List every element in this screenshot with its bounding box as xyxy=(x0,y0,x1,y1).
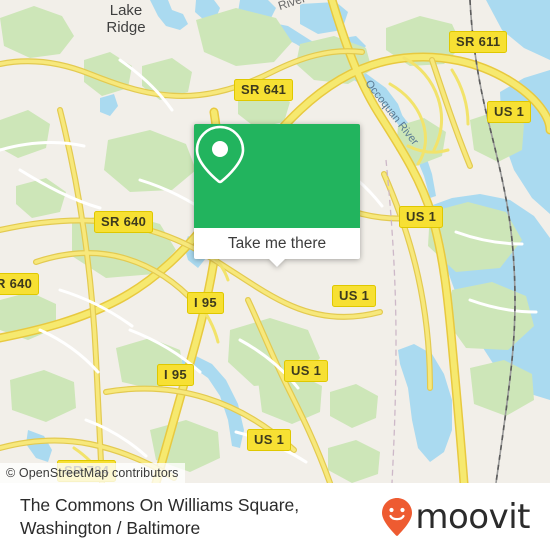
road-shield: I 95 xyxy=(187,292,224,314)
road-shield: US 1 xyxy=(247,429,292,451)
take-me-there-label: Take me there xyxy=(227,234,327,252)
station-popup[interactable]: Take me there xyxy=(194,124,360,267)
road-shield: US 1 xyxy=(332,285,377,307)
moovit-pin-icon xyxy=(382,497,413,536)
road-shield: US 1 xyxy=(399,206,444,228)
moovit-station-map-card: Lake Ridge River Occoquan River SR 611 SR… xyxy=(0,0,550,550)
osm-attribution-text: © OpenStreetMap contributors xyxy=(6,466,179,480)
card-footer: The Commons On Williams Square, Washingt… xyxy=(0,483,550,550)
moovit-wordmark: moovit xyxy=(415,496,530,537)
map-canvas[interactable]: Lake Ridge River Occoquan River SR 611 SR… xyxy=(0,0,550,483)
road-shield: SR 640 xyxy=(0,273,40,295)
map-place-label: Lake Ridge xyxy=(106,2,146,36)
moovit-logo[interactable]: moovit xyxy=(381,497,530,537)
road-shield: SR 611 xyxy=(449,31,508,53)
road-shield: SR 640 xyxy=(94,211,154,233)
road-shield: US 1 xyxy=(487,101,532,123)
road-shield: US 1 xyxy=(284,360,329,382)
road-shield: I 95 xyxy=(157,364,194,386)
station-title: The Commons On Williams Square, Washingt… xyxy=(20,494,300,538)
location-pin-icon xyxy=(195,125,245,184)
popup-header xyxy=(194,124,360,228)
take-me-there-button[interactable]: Take me there xyxy=(194,228,360,259)
osm-attribution[interactable]: © OpenStreetMap contributors xyxy=(0,463,185,483)
popup-tail xyxy=(268,258,286,267)
road-shield: SR 641 xyxy=(234,79,294,101)
